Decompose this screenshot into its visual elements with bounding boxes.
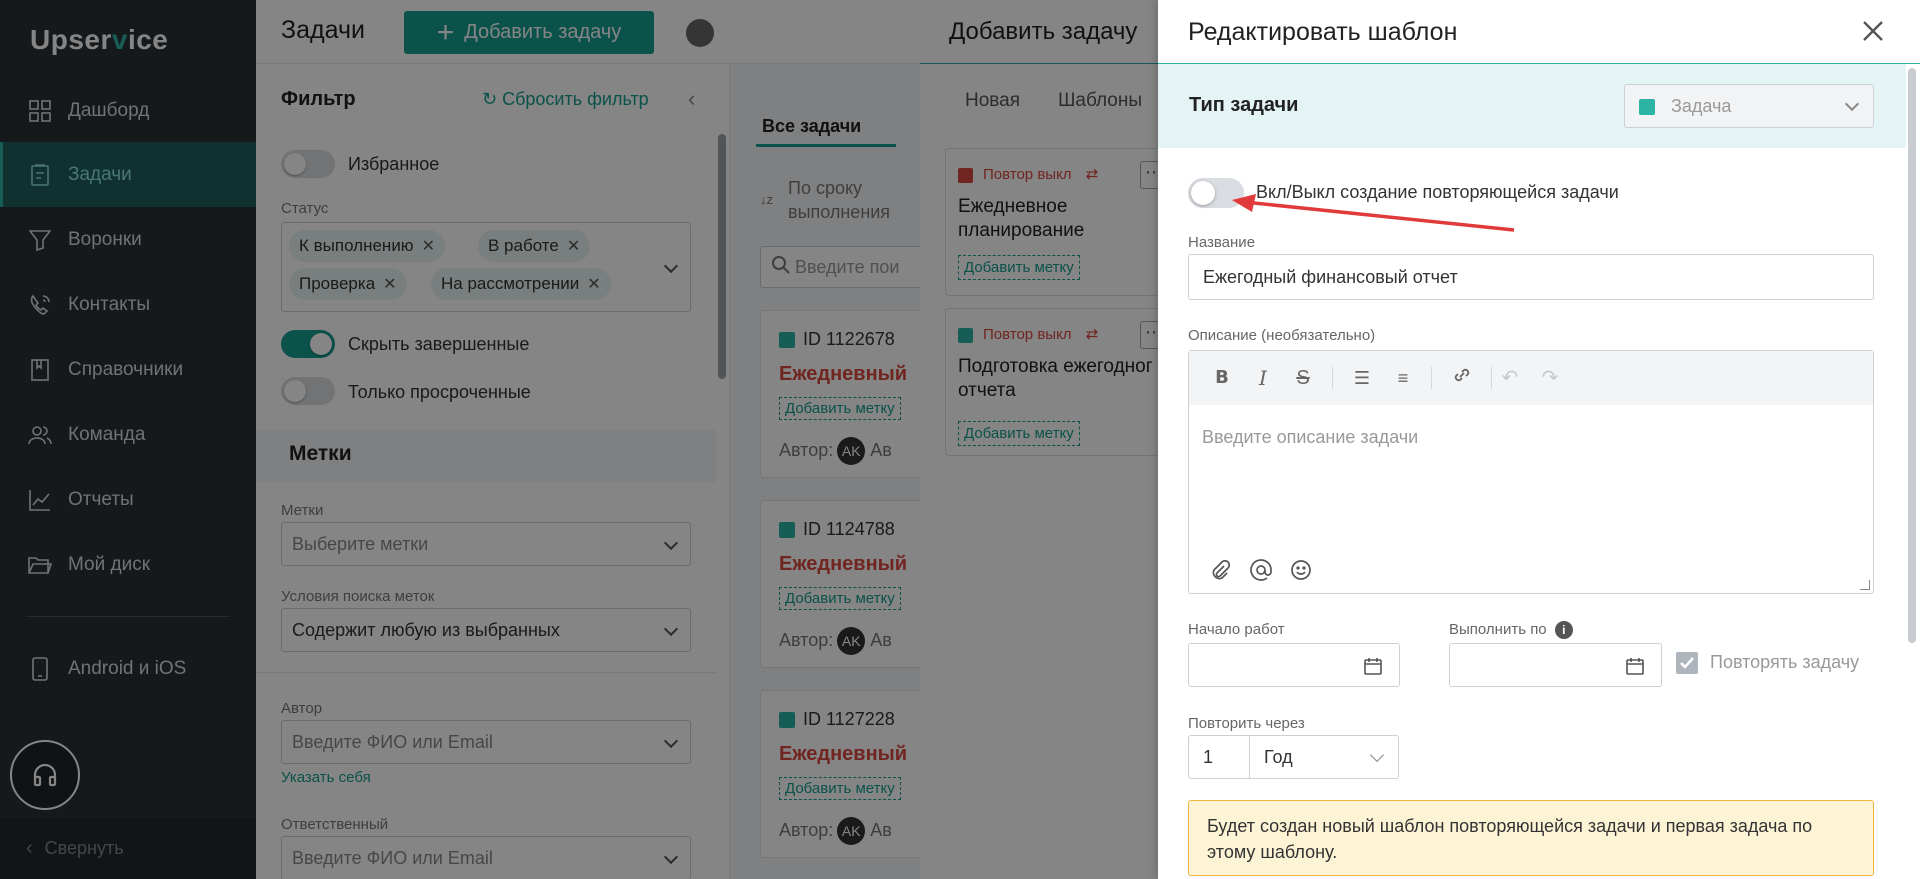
repeat-every-value: 1 (1203, 746, 1214, 767)
due-label: Выполнить по i (1449, 621, 1573, 639)
task-type-band: Тип задачи Задача (1158, 64, 1906, 148)
calendar-icon[interactable] (1625, 656, 1645, 676)
attach-icon[interactable] (1209, 559, 1231, 581)
strikethrough-icon[interactable]: S (1290, 365, 1316, 391)
editor-toolbar: B I S ☰ ≡ ↶ ↷ (1189, 351, 1873, 405)
repeat-task-checkbox[interactable] (1676, 652, 1698, 674)
link-icon[interactable] (1449, 365, 1475, 391)
repeat-notice: Будет создан новый шаблон повторяющейся … (1188, 800, 1874, 876)
numbered-list-icon[interactable]: ≡ (1390, 365, 1416, 391)
description-placeholder: Введите описание задачи (1202, 427, 1419, 447)
description-editor[interactable]: B I S ☰ ≡ ↶ ↷ Введите описание задачи (1188, 350, 1874, 594)
bulleted-list-icon[interactable]: ☰ (1349, 365, 1375, 391)
red-arrow-annotation (1232, 194, 1515, 232)
task-type-label: Тип задачи (1189, 94, 1299, 116)
repeat-every-label: Повторить через (1188, 715, 1305, 732)
repeat-every-input[interactable]: 1 (1188, 735, 1250, 779)
mention-icon[interactable] (1250, 559, 1272, 581)
due-date-input[interactable] (1449, 643, 1662, 687)
modal-overlay[interactable] (0, 0, 1158, 879)
start-date-input[interactable] (1188, 643, 1400, 687)
info-icon[interactable]: i (1554, 621, 1573, 639)
emoji-icon[interactable] (1290, 559, 1312, 581)
due-label-text: Выполнить по (1449, 621, 1547, 638)
edit-template-drawer: Редактировать шаблон Тип задачи Задача В… (1158, 0, 1920, 879)
name-input[interactable]: Ежегодный финансовый отчет (1188, 254, 1874, 300)
resize-handle[interactable] (1860, 580, 1870, 590)
calendar-icon[interactable] (1363, 656, 1383, 676)
toolbar-separator (1332, 367, 1333, 389)
repeat-unit-select[interactable]: Год (1249, 735, 1399, 779)
name-label: Название (1188, 234, 1256, 251)
toolbar-separator (1491, 367, 1492, 389)
description-label: Описание (необязательно) (1188, 327, 1376, 344)
repeat-unit-value: Год (1264, 746, 1293, 767)
task-type-value: Задача (1671, 95, 1732, 116)
start-label: Начало работ (1188, 621, 1285, 638)
chevron-down-icon (1369, 747, 1385, 763)
toolbar-separator (1431, 367, 1432, 389)
name-value: Ежегодный финансовый отчет (1203, 266, 1458, 287)
undo-icon[interactable]: ↶ (1497, 365, 1523, 391)
drawer-scrollbar[interactable] (1908, 68, 1916, 643)
close-icon[interactable] (1856, 14, 1890, 48)
task-type-select[interactable]: Задача (1624, 84, 1874, 128)
bold-icon[interactable]: B (1209, 365, 1235, 391)
repeat-task-label: Повторять задачу (1710, 652, 1860, 672)
task-type-icon (1639, 99, 1655, 115)
check-icon (1680, 657, 1694, 669)
drawer-title: Редактировать шаблон (1188, 18, 1458, 46)
italic-icon[interactable]: I (1250, 365, 1276, 391)
chevron-down-icon (1844, 96, 1860, 112)
redo-icon[interactable]: ↷ (1537, 365, 1563, 391)
